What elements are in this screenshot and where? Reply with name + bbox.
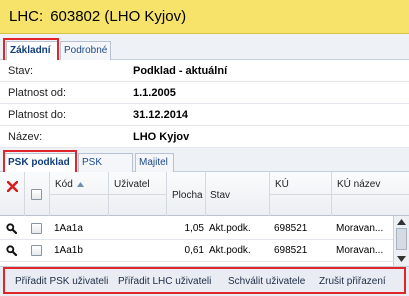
form-label: Stav: bbox=[8, 64, 34, 77]
scroll-down-icon[interactable] bbox=[397, 256, 406, 262]
cell-stav: Akt.podk. bbox=[209, 223, 251, 234]
tab-majitel-label: Majitel bbox=[139, 157, 168, 168]
tab-zakladni[interactable]: Základní bbox=[6, 41, 58, 60]
row-checkbox[interactable] bbox=[31, 245, 42, 256]
col-stav-label: Stav bbox=[210, 190, 231, 201]
filter-divider bbox=[50, 194, 167, 195]
row-checkbox[interactable] bbox=[31, 223, 42, 234]
tab-psk-podklad-label: PSK podklad bbox=[8, 157, 70, 168]
cell-ku-nazev: Moravan... bbox=[336, 223, 384, 234]
col-select bbox=[25, 172, 50, 216]
col-uzivatel-label: Uživatel bbox=[114, 179, 150, 190]
form-row-platnost-od: Platnost od: 1.1.2005 bbox=[0, 82, 409, 104]
tab-podrobne-label: Podrobné bbox=[64, 45, 108, 56]
cell-kod: 1Aa1b bbox=[54, 245, 83, 256]
col-plocha[interactable]: Plocha bbox=[167, 172, 206, 216]
tab-psk-zakres[interactable]: PSK zákres bbox=[78, 153, 133, 185]
col-kod-label: Kód bbox=[55, 179, 73, 190]
form-row-nazev: Název: LHO Kyjov bbox=[0, 126, 409, 148]
form-label: Název: bbox=[8, 130, 43, 143]
psk-grid: Kód Uživatel Plocha Stav KÚ KÚ název 1Aa… bbox=[0, 172, 409, 266]
cell-stav: Akt.podk. bbox=[209, 245, 251, 256]
approve-user-button[interactable]: Schválit uživatele bbox=[228, 276, 305, 287]
action-toolbar: Přiřadit PSK uživateli Přiřadit LHC uživ… bbox=[0, 266, 409, 296]
cancel-assignment-button[interactable]: Zrušit přiřazení bbox=[319, 276, 386, 287]
cell-plocha: 1,05 bbox=[184, 223, 204, 234]
col-ku-label: KÚ bbox=[275, 179, 289, 190]
main-tabs: Základní Podrobné bbox=[0, 34, 409, 60]
tab-majitel[interactable]: Majitel bbox=[135, 153, 174, 172]
tab-psk-podklad[interactable]: PSK podklad bbox=[4, 153, 76, 172]
table-row[interactable]: 1Aa1a 1,05 Akt.podk. 698521 Moravan... bbox=[0, 218, 393, 240]
form-row-platnost-do: Platnost do: 31.12.2014 bbox=[0, 104, 409, 126]
assign-psk-button[interactable]: Přiřadit PSK uživateli bbox=[15, 276, 108, 287]
cell-ku: 698521 bbox=[274, 223, 308, 234]
vertical-scrollbar[interactable] bbox=[393, 216, 409, 266]
filter-divider bbox=[270, 194, 409, 195]
table-row[interactable]: 1Aa1b 0,61 Akt.podk. 698521 Moravan... bbox=[0, 240, 393, 262]
cell-ku: 698521 bbox=[274, 245, 308, 256]
form-row-stav: Stav: Podklad - aktuální bbox=[0, 60, 409, 82]
form-value: LHO Kyjov bbox=[133, 130, 190, 143]
title-value: 603802 (LHO Kyjov) bbox=[50, 8, 187, 25]
cell-plocha: 0,61 bbox=[184, 245, 204, 256]
sub-tabs: PSK podklad PSK zákres Majitel bbox=[0, 148, 409, 185]
scroll-thumb[interactable] bbox=[396, 228, 407, 250]
scroll-up-icon[interactable] bbox=[397, 219, 406, 225]
select-all-checkbox[interactable] bbox=[31, 189, 42, 200]
magnifier-icon[interactable] bbox=[6, 245, 17, 256]
sort-ascending-icon bbox=[77, 182, 84, 187]
col-delete bbox=[0, 172, 25, 216]
col-ku-nazev-label: KÚ název bbox=[337, 179, 381, 190]
form-value: 31.12.2014 bbox=[133, 108, 189, 121]
cell-kod: 1Aa1a bbox=[54, 223, 83, 234]
detail-form: Stav: Podklad - aktuální Platnost od: 1.… bbox=[0, 60, 409, 148]
delete-icon[interactable] bbox=[7, 181, 18, 192]
form-value: 1.1.2005 bbox=[133, 86, 176, 99]
form-label: Platnost od: bbox=[8, 86, 67, 99]
title-bar: LHC: 603802 (LHO Kyjov) bbox=[0, 0, 409, 34]
col-stav[interactable]: Stav bbox=[206, 172, 270, 216]
form-label: Platnost do: bbox=[8, 108, 67, 121]
magnifier-icon[interactable] bbox=[6, 223, 17, 234]
assign-lhc-button[interactable]: Přiřadit LHC uživateli bbox=[118, 276, 211, 287]
grid-header: Kód Uživatel Plocha Stav KÚ KÚ název bbox=[0, 172, 409, 216]
tab-zakladni-label: Základní bbox=[10, 45, 51, 56]
tab-podrobne[interactable]: Podrobné bbox=[60, 41, 111, 60]
title-label: LHC: bbox=[9, 8, 44, 25]
col-plocha-label: Plocha bbox=[172, 190, 203, 201]
cell-ku-nazev: Moravan... bbox=[336, 245, 384, 256]
form-value: Podklad - aktuální bbox=[133, 64, 228, 77]
